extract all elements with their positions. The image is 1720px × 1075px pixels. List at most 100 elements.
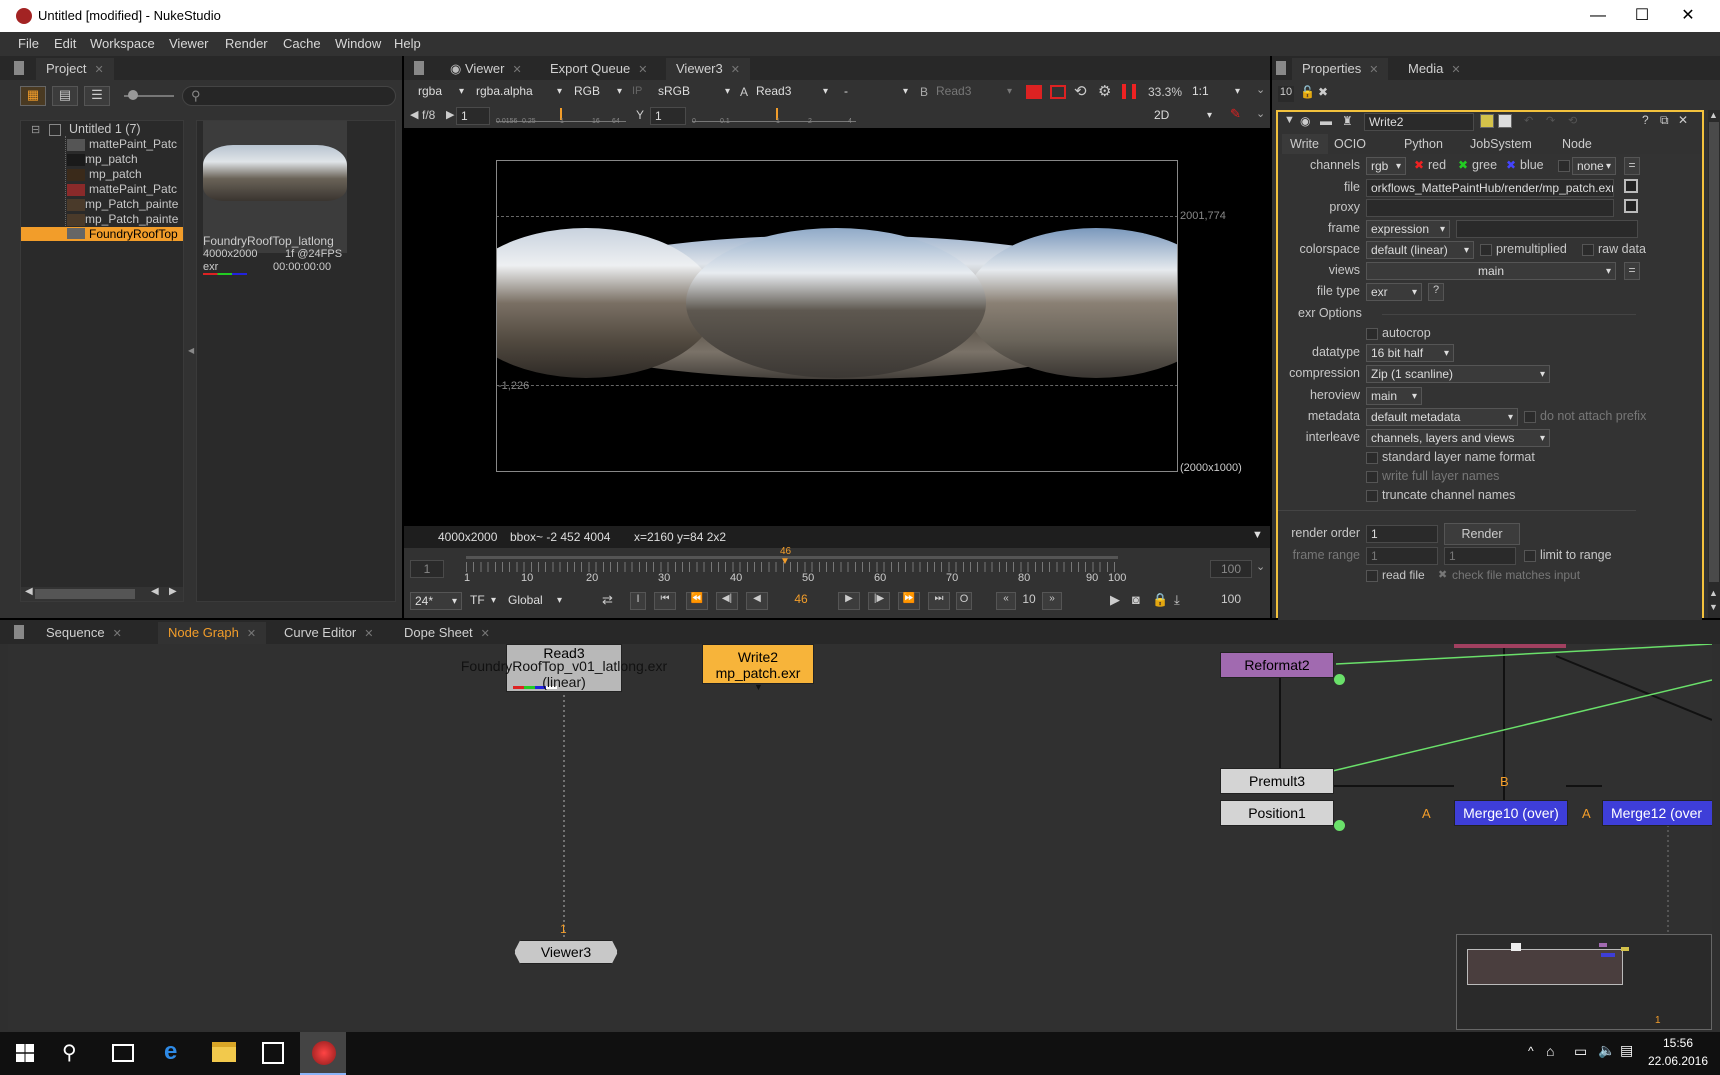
frame-expression-input[interactable] (1456, 220, 1638, 238)
b-input-dropdown[interactable]: Read3 (932, 83, 1016, 101)
gamma-input[interactable]: 1 (650, 107, 686, 125)
zoom-level[interactable]: 33.3% (1148, 85, 1182, 99)
frame-slider[interactable]: 1 10 20 30 40 50 60 70 80 90 100 46 ▼ (464, 546, 1126, 584)
notifications-icon[interactable]: ▤ (1620, 1042, 1633, 1059)
node-name-field[interactable]: Write2 (1364, 113, 1474, 131)
render-button[interactable]: Render (1444, 523, 1520, 545)
set-out-button[interactable]: O (956, 592, 972, 610)
close-tab-icon[interactable]: ✕ (364, 628, 373, 640)
prev-keyframe-icon[interactable]: ⏪ (686, 592, 708, 610)
close-tab-icon[interactable]: ✕ (1451, 64, 1460, 76)
menu-viewer[interactable]: Viewer (169, 36, 209, 51)
taskbar-date[interactable]: 22.06.2016 (1644, 1054, 1712, 1068)
splitter-handle-icon[interactable]: ◀ (188, 346, 194, 355)
a-input-dropdown[interactable]: Read3 (752, 83, 832, 101)
proxy-toggle-icon[interactable] (1050, 85, 1066, 99)
minimap-viewport[interactable] (1467, 949, 1623, 985)
merge10-node[interactable]: Merge10 (over) (1454, 800, 1568, 826)
close-tab-icon[interactable]: ✕ (247, 628, 256, 640)
menu-workspace[interactable]: Workspace (90, 36, 155, 51)
first-frame-icon[interactable]: ⏮ (654, 592, 676, 610)
alpha-dropdown[interactable]: rgba.alpha (472, 83, 566, 101)
viewer3-node[interactable]: Viewer3 (514, 940, 618, 964)
tile-color-icon[interactable] (1480, 114, 1494, 128)
viewer-canvas[interactable]: 2001,774 -1,226 (2000x1000) (404, 128, 1270, 536)
fps-dropdown[interactable]: 24* (410, 592, 462, 610)
render-order-input[interactable]: 1 (1366, 525, 1438, 543)
fstop-value[interactable]: f/8 (422, 108, 435, 122)
last-frame-icon[interactable]: ⏭ (928, 592, 950, 610)
pencil-icon[interactable]: ✎ (1230, 106, 1241, 122)
gamma-slider[interactable] (692, 108, 856, 122)
windows-start-icon[interactable] (16, 1044, 34, 1062)
close-tab-icon[interactable]: ✕ (1369, 64, 1378, 76)
volume-icon[interactable]: 🔈 (1598, 1042, 1615, 1059)
tree-item[interactable]: mattePaint_Patc (89, 182, 177, 196)
minimize-button[interactable]: — (1578, 4, 1618, 28)
close-tab-icon[interactable]: ✕ (481, 628, 490, 640)
tab-viewer3[interactable]: Viewer3 ✕ (666, 58, 750, 80)
info-expand-icon[interactable]: ▼ (1252, 529, 1263, 541)
folder-browse-icon[interactable] (1624, 179, 1638, 193)
node-graph-minimap[interactable]: 1 (1456, 934, 1712, 1030)
timecode-format-dropdown[interactable]: TF (466, 592, 500, 610)
file-path-input[interactable]: orkflows_MattePaintHub/render/mp_patch.e… (1366, 179, 1614, 197)
timeline-out-field[interactable]: 100 (1210, 560, 1252, 578)
scroll-left-icon[interactable]: ◀ (151, 586, 159, 597)
skip-back-icon[interactable]: « (996, 592, 1016, 610)
subtab-python[interactable]: Python (1404, 137, 1443, 151)
show-hidden-icons[interactable]: ^ (1528, 1044, 1534, 1058)
playhead-icon[interactable]: ▼ (780, 556, 790, 567)
edge-browser-icon[interactable]: e (164, 1038, 177, 1066)
tree-item[interactable]: mp_patch (89, 167, 142, 181)
views-dropdown[interactable]: main (1366, 262, 1616, 280)
scroll-right-icon[interactable]: ▶ (169, 586, 177, 597)
file-explorer-icon[interactable] (212, 1042, 236, 1062)
slider-handle[interactable] (128, 90, 138, 100)
properties-scrollbar[interactable]: ▲ ▲ ▼ (1708, 110, 1720, 618)
close-tab-icon[interactable]: ✕ (512, 64, 521, 76)
gain-input[interactable]: 1 (456, 107, 490, 125)
scroll-left-icon[interactable]: ◀ (25, 586, 33, 597)
display-channel-dropdown[interactable]: RGB (570, 83, 626, 101)
subtab-ocio[interactable]: OCIO (1334, 137, 1366, 151)
compression-dropdown[interactable]: Zip (1 scanline) (1366, 365, 1550, 383)
nukestudio-taskbar-button[interactable] (300, 1032, 346, 1075)
node-color-icon[interactable]: ▬ (1320, 114, 1332, 128)
menu-file[interactable]: File (18, 36, 39, 51)
capture-icon[interactable]: ◙ (1132, 592, 1140, 607)
menu-cache[interactable]: Cache (283, 36, 321, 51)
frame-range-from-input[interactable]: 1 (1366, 547, 1438, 565)
fstop-increase-icon[interactable]: ▶ (446, 108, 454, 121)
standard-layer-name-checkbox[interactable] (1366, 452, 1378, 464)
refresh-icon[interactable]: ⟲ (1074, 82, 1087, 100)
tab-sequence[interactable]: Sequence ✕ (36, 622, 132, 644)
close-button[interactable]: ✕ (1668, 4, 1708, 28)
gear-icon[interactable]: ⚙ (1098, 82, 1111, 100)
play-forward-icon[interactable]: ▶ (838, 592, 860, 610)
scrollbar-thumb[interactable] (35, 589, 135, 599)
thumbnail-view-button[interactable]: ▦ (20, 86, 46, 106)
chevron-down-icon[interactable]: ⌄ (1256, 107, 1265, 120)
timeline-in-field[interactable]: 1 (410, 560, 444, 578)
scroll-down-icon[interactable]: ▼ (1709, 602, 1718, 612)
panel-grip-icon[interactable] (1276, 61, 1286, 75)
raw-data-checkbox[interactable] (1582, 244, 1594, 256)
tab-project[interactable]: Project ✕ (36, 58, 114, 80)
close-node-panel-icon[interactable]: ✕ (1678, 113, 1688, 127)
wipe-mode-dropdown[interactable]: - (840, 83, 912, 101)
premultiplied-checkbox[interactable] (1480, 244, 1492, 256)
flipbook-icon[interactable]: ▶ (1110, 592, 1120, 608)
heroview-dropdown[interactable]: main (1366, 387, 1422, 405)
interleave-dropdown[interactable]: channels, layers and views (1366, 429, 1550, 447)
check-icon[interactable]: ✖ (1438, 568, 1447, 581)
revert-icon[interactable]: ⟲ (1568, 114, 1577, 127)
font-color-icon[interactable] (1498, 114, 1512, 128)
read-file-checkbox[interactable] (1366, 570, 1378, 582)
tab-export-queue[interactable]: Export Queue ✕ (540, 58, 657, 80)
playback-mode-icon[interactable]: ⇄ (602, 592, 613, 608)
frame-mode-dropdown[interactable]: expression (1366, 220, 1450, 238)
skip-forward-icon[interactable]: » (1042, 592, 1062, 610)
panel-grip-icon[interactable] (14, 625, 24, 639)
tab-viewer[interactable]: ◉ Viewer ✕ (440, 58, 532, 80)
